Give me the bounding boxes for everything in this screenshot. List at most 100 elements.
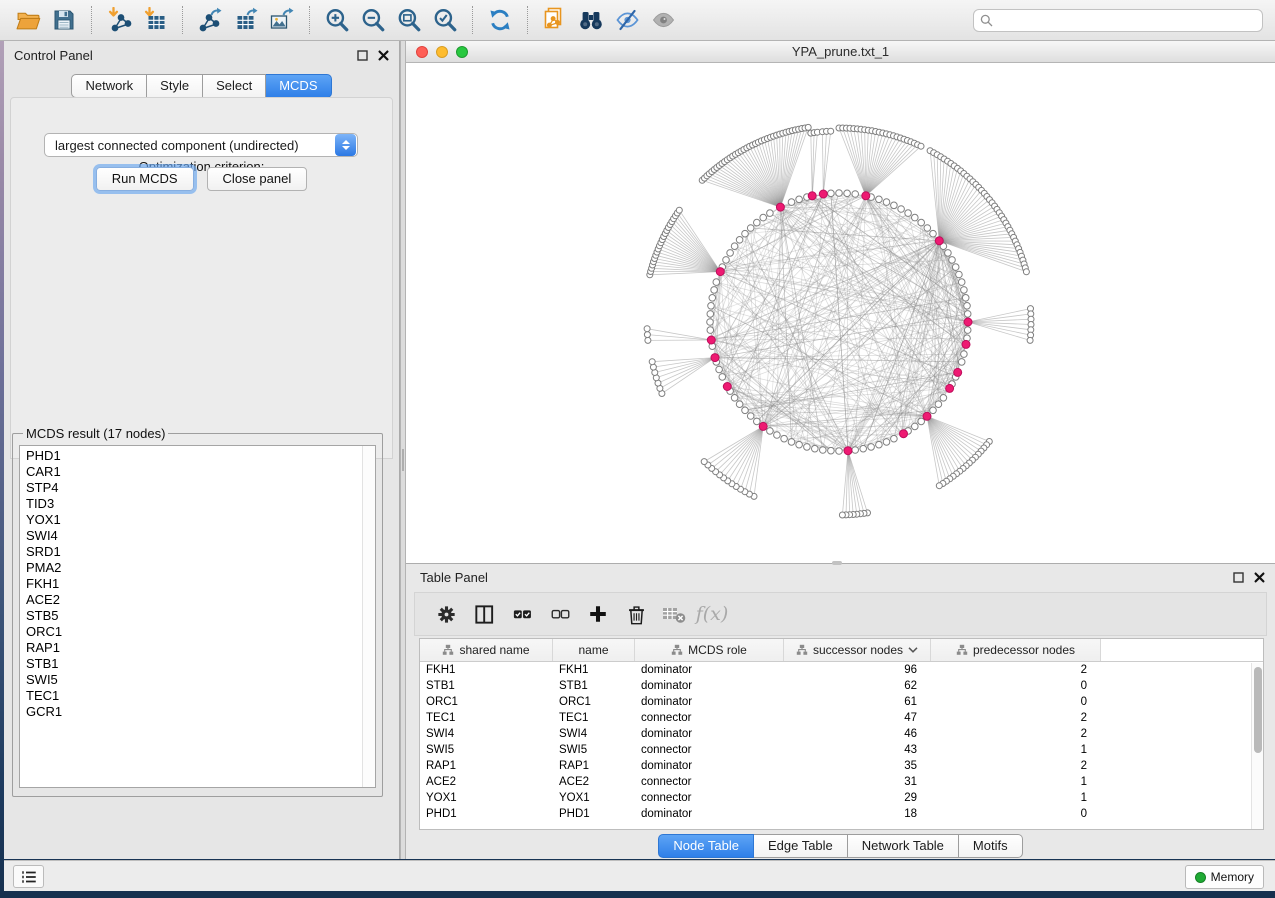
ring-node[interactable] — [868, 444, 875, 451]
mcds-hub-node[interactable] — [923, 412, 931, 420]
ring-node[interactable] — [883, 199, 890, 206]
ring-node[interactable] — [788, 439, 795, 446]
mcds-hub-node[interactable] — [819, 190, 827, 198]
ring-node[interactable] — [949, 257, 956, 264]
mcds-result-item[interactable]: TEC1 — [26, 688, 375, 704]
table-row[interactable]: SWI5SWI5connector431 — [420, 742, 1263, 758]
ring-node[interactable] — [964, 303, 971, 310]
ring-node[interactable] — [962, 295, 969, 302]
export-network-button[interactable] — [192, 4, 228, 36]
leaf-node[interactable] — [676, 207, 682, 213]
node-table[interactable]: shared namenameMCDS rolesuccessor nodesp… — [419, 638, 1264, 830]
tab-node-table[interactable]: Node Table — [658, 834, 754, 858]
mcds-result-item[interactable]: SWI5 — [26, 672, 375, 688]
tab-network[interactable]: Network — [71, 74, 147, 98]
column-header-MCDS-role[interactable]: MCDS role — [635, 639, 784, 661]
ring-node[interactable] — [754, 418, 761, 425]
ring-node[interactable] — [912, 423, 919, 430]
ring-node[interactable] — [723, 257, 730, 264]
ring-node[interactable] — [707, 327, 714, 334]
mcds-result-item[interactable]: STB1 — [26, 656, 375, 672]
mcds-hub-node[interactable] — [900, 430, 908, 438]
leaf-node[interactable] — [918, 143, 924, 149]
mcds-result-item[interactable]: STP4 — [26, 480, 375, 496]
ring-node[interactable] — [852, 447, 859, 454]
ring-node[interactable] — [731, 243, 738, 250]
save-session-button[interactable] — [46, 4, 82, 36]
ring-node[interactable] — [820, 447, 827, 454]
table-row[interactable]: YOX1YOX1connector291 — [420, 790, 1263, 806]
table-row[interactable]: PHD1PHD1dominator180 — [420, 806, 1263, 822]
ring-node[interactable] — [876, 196, 883, 203]
mcds-result-item[interactable]: RAP1 — [26, 640, 375, 656]
optimization-criterion-select[interactable]: largest connected component (undirected) — [44, 133, 358, 157]
float-table-panel-icon[interactable] — [1232, 571, 1244, 583]
ring-node[interactable] — [891, 202, 898, 209]
network-canvas[interactable] — [406, 63, 1275, 563]
close-panel-icon[interactable] — [377, 49, 389, 61]
ring-node[interactable] — [713, 279, 720, 286]
ring-node[interactable] — [905, 210, 912, 217]
mcds-result-item[interactable]: PHD1 — [26, 448, 375, 464]
tab-network-table[interactable]: Network Table — [848, 834, 959, 858]
ring-node[interactable] — [836, 448, 843, 455]
ring-node[interactable] — [924, 225, 931, 232]
ring-node[interactable] — [930, 407, 937, 414]
mcds-result-item[interactable]: ACE2 — [26, 592, 375, 608]
leaf-node[interactable] — [936, 483, 942, 489]
ring-node[interactable] — [708, 303, 715, 310]
ring-node[interactable] — [836, 190, 843, 197]
tab-style[interactable]: Style — [147, 74, 203, 98]
leaf-node[interactable] — [1027, 337, 1033, 343]
open-file-button[interactable] — [10, 4, 46, 36]
leaf-node[interactable] — [645, 337, 651, 343]
ring-node[interactable] — [747, 413, 754, 420]
float-panel-icon[interactable] — [356, 49, 368, 61]
run-mcds-button[interactable]: Run MCDS — [96, 167, 194, 191]
table-settings-button[interactable] — [427, 597, 465, 631]
mcds-result-item[interactable]: FKH1 — [26, 576, 375, 592]
ring-node[interactable] — [736, 401, 743, 408]
leaf-node[interactable] — [644, 332, 650, 338]
table-row[interactable]: FKH1FKH1dominator962 — [420, 662, 1263, 678]
mcds-hub-node[interactable] — [759, 422, 767, 430]
select-all-button[interactable] — [503, 597, 541, 631]
mcds-hub-node[interactable] — [844, 447, 852, 455]
ring-node[interactable] — [707, 319, 714, 326]
ring-node[interactable] — [883, 439, 890, 446]
ring-node[interactable] — [876, 441, 883, 448]
mcds-result-item[interactable]: SRD1 — [26, 544, 375, 560]
ring-node[interactable] — [760, 214, 767, 221]
ring-node[interactable] — [747, 225, 754, 232]
ring-node[interactable] — [719, 374, 726, 381]
ring-node[interactable] — [774, 432, 781, 439]
ring-node[interactable] — [961, 287, 968, 294]
mcds-result-item[interactable]: SWI4 — [26, 528, 375, 544]
ring-node[interactable] — [767, 210, 774, 217]
ring-node[interactable] — [709, 295, 716, 302]
mcds-hub-node[interactable] — [954, 368, 962, 376]
search-input[interactable] — [997, 13, 1256, 27]
ring-node[interactable] — [731, 395, 738, 402]
zoom-out-button[interactable] — [355, 4, 391, 36]
ring-node[interactable] — [742, 407, 749, 414]
mcds-result-item[interactable]: CAR1 — [26, 464, 375, 480]
column-header-predecessor-nodes[interactable]: predecessor nodes — [931, 639, 1101, 661]
hide-selected-button[interactable] — [609, 4, 645, 36]
tab-select[interactable]: Select — [203, 74, 266, 98]
ring-node[interactable] — [796, 441, 803, 448]
ring-node[interactable] — [964, 327, 971, 334]
mcds-hub-node[interactable] — [962, 340, 970, 348]
ring-node[interactable] — [852, 191, 859, 198]
mcds-hub-node[interactable] — [776, 203, 784, 211]
mcds-hub-node[interactable] — [711, 354, 719, 362]
column-header-successor-nodes[interactable]: successor nodes — [784, 639, 931, 661]
ring-node[interactable] — [964, 311, 971, 318]
ring-node[interactable] — [940, 395, 947, 402]
mcds-hub-node[interactable] — [808, 192, 816, 200]
ring-node[interactable] — [844, 190, 851, 197]
ring-node[interactable] — [707, 311, 714, 318]
ring-node[interactable] — [860, 445, 867, 452]
delete-columns-button[interactable] — [617, 597, 655, 631]
ring-node[interactable] — [958, 359, 965, 366]
